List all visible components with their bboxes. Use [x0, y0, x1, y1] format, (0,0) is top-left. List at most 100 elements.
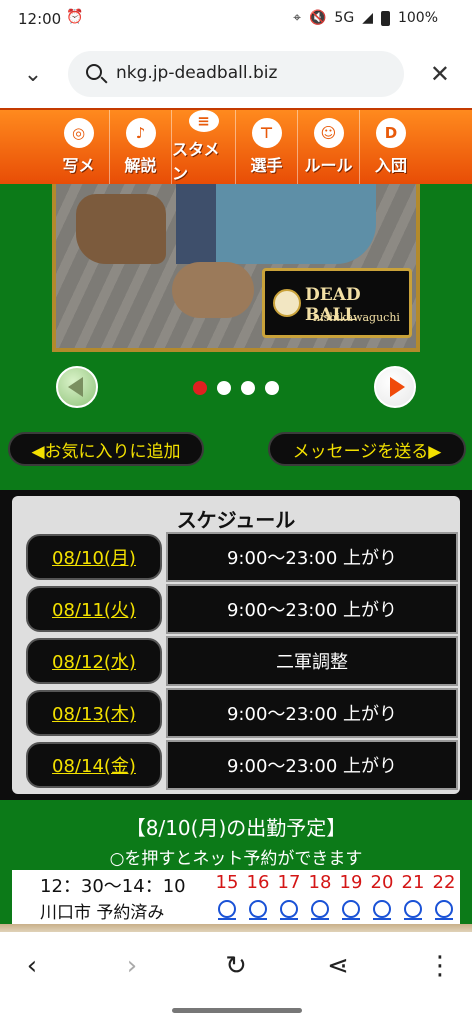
battery-percent: 100%: [397, 10, 438, 26]
reserve-slot-icon[interactable]: [249, 900, 267, 920]
hour-label: 18: [308, 872, 332, 893]
schedule-section: スケジュール 08/10(月) 9:00〜23:00 上がり 08/11(火) …: [0, 490, 472, 800]
clipboard-icon: ≡: [188, 110, 219, 132]
forward-icon[interactable]: ›: [112, 946, 152, 986]
nav-item-players[interactable]: ⊤ 選手: [236, 110, 298, 184]
photo-leg: [176, 184, 216, 264]
schedule-title: スケジュール: [176, 508, 296, 532]
browser-bottom-bar: ‹ › ↻ ⋖ ⋮: [0, 932, 472, 1024]
nav-item-commentary[interactable]: ♪ 解説: [110, 110, 172, 184]
shift-time: 12：30〜14：10: [40, 876, 186, 897]
nav-item-photos[interactable]: ◎ 写メ: [48, 110, 110, 184]
banner-section: DEAD BALL nishikawaguchi ◀お気に入りに追加 メッセージ…: [0, 184, 472, 490]
schedule-panel: スケジュール 08/10(月) 9:00〜23:00 上がり 08/11(火) …: [12, 496, 460, 794]
site-nav: ◎ 写メ ♪ 解説 ≡ スタメン ⊤ 選手 ☺ ルール D 入団: [0, 108, 472, 184]
mute-icon: 🔇: [308, 10, 327, 26]
banner-photo[interactable]: DEAD BALL nishikawaguchi: [52, 184, 420, 352]
attendance-note: ○を押すとネット予約ができます: [109, 849, 363, 869]
reserve-slot-icon[interactable]: [373, 900, 391, 920]
baseball-icon: [273, 289, 301, 317]
schedule-value: 二軍調整: [166, 636, 458, 686]
hour-label: 17: [277, 872, 301, 893]
uniform-icon: ⊤: [251, 118, 282, 148]
slide-indicator: [193, 381, 279, 395]
photo-boot: [172, 262, 254, 318]
nav-item-rules[interactable]: ☺ ルール: [298, 110, 360, 184]
alarm-icon: ⏰: [66, 9, 84, 25]
schedule-date-link[interactable]: 08/12(水): [26, 638, 162, 684]
schedule-row: 08/10(月) 9:00〜23:00 上がり: [24, 532, 458, 582]
reserve-slot-icon[interactable]: [404, 900, 422, 920]
hour-label: 16: [246, 872, 270, 893]
chevron-down-icon[interactable]: ⌄: [18, 60, 48, 90]
arrow-left-icon: [68, 377, 83, 397]
shift-location: 川口市 予約済み: [40, 903, 165, 923]
schedule-date-link[interactable]: 08/14(金): [26, 742, 162, 788]
nav-item-join[interactable]: D 入団: [360, 110, 422, 184]
slide-dot[interactable]: [193, 381, 207, 395]
back-icon[interactable]: ‹: [12, 946, 52, 986]
schedule-value: 9:00〜23:00 上がり: [166, 740, 458, 790]
schedule-row: 08/14(金) 9:00〜23:00 上がり: [24, 740, 458, 790]
url-text[interactable]: nkg.jp-deadball.biz: [116, 63, 277, 83]
cap-icon: D: [376, 118, 406, 148]
nav-label: スタメン: [172, 140, 220, 183]
reserve-slot-icon[interactable]: [218, 900, 236, 920]
status-time: 12:00: [18, 10, 62, 28]
reserve-slot-icon[interactable]: [435, 900, 453, 920]
nav-label: 解説: [124, 156, 157, 175]
deadball-logo: DEAD BALL nishikawaguchi: [262, 268, 412, 338]
hour-label: 22: [432, 872, 456, 893]
nav-label: ルール: [304, 156, 353, 175]
logo-subtitle: nishikawaguchi: [313, 311, 400, 324]
slide-dot[interactable]: [241, 381, 255, 395]
send-message-button[interactable]: メッセージを送る▶: [268, 432, 466, 466]
schedule-value: 9:00〜23:00 上がり: [166, 532, 458, 582]
attendance-title: 【8/10(月)の出勤予定】: [125, 816, 347, 840]
schedule-row: 08/11(火) 9:00〜23:00 上がり: [24, 584, 458, 634]
footer-divider: [0, 924, 472, 932]
microphone-icon: ♪: [125, 118, 156, 148]
schedule-date-link[interactable]: 08/10(月): [26, 534, 162, 580]
attendance-table: 12：30〜14：10 川口市 予約済み 15 16 17 18 19 20 2…: [12, 870, 460, 924]
attendance-section: 【8/10(月)の出勤予定】 ○を押すとネット予約ができます 12：30〜14：…: [0, 800, 472, 924]
nav-item-lineup[interactable]: ≡ スタメン: [172, 110, 236, 184]
reserve-slot-icon[interactable]: [342, 900, 360, 920]
nav-label: 写メ: [62, 156, 95, 175]
more-menu-icon[interactable]: ⋮: [420, 946, 460, 986]
schedule-date-link[interactable]: 08/13(木): [26, 690, 162, 736]
status-bar: 12:00 ⏰ ⌖ 🔇 5G ◢ 100%: [0, 0, 472, 40]
browser-url-bar: ⌄ nkg.jp-deadball.biz ✕: [0, 40, 472, 108]
url-field[interactable]: nkg.jp-deadball.biz: [68, 51, 404, 97]
camera-ball-icon: ◎: [63, 118, 94, 148]
hour-label: 15: [215, 872, 239, 893]
hour-label: 19: [339, 872, 363, 893]
schedule-row: 08/13(木) 9:00〜23:00 上がり: [24, 688, 458, 738]
schedule-value: 9:00〜23:00 上がり: [166, 688, 458, 738]
share-icon[interactable]: ⋖: [318, 946, 358, 986]
hour-label: 21: [401, 872, 425, 893]
reserve-slot-icon[interactable]: [280, 900, 298, 920]
umpire-icon: ☺: [313, 118, 344, 148]
home-indicator[interactable]: [172, 1008, 302, 1013]
slide-dot[interactable]: [217, 381, 231, 395]
battery-icon: [380, 10, 390, 26]
nav-label: 入団: [374, 156, 407, 175]
schedule-row: 08/12(水) 二軍調整: [24, 636, 458, 686]
search-icon: [86, 64, 102, 80]
slide-next-button[interactable]: [374, 366, 416, 408]
schedule-value: 9:00〜23:00 上がり: [166, 584, 458, 634]
network-label: 5G: [334, 10, 355, 26]
schedule-date-link[interactable]: 08/11(火): [26, 586, 162, 632]
slide-dot[interactable]: [265, 381, 279, 395]
nav-label: 選手: [250, 156, 283, 175]
reserve-slot-icon[interactable]: [311, 900, 329, 920]
photo-boot: [76, 194, 166, 264]
arrow-right-icon: [389, 377, 405, 397]
add-favorite-button[interactable]: ◀お気に入りに追加: [8, 432, 204, 466]
reload-icon[interactable]: ↻: [216, 946, 256, 986]
status-right: ⌖ 🔇 5G ◢ 100%: [293, 10, 438, 26]
close-icon[interactable]: ✕: [430, 59, 450, 89]
slide-prev-button[interactable]: [56, 366, 98, 408]
signal-icon: ◢: [362, 10, 373, 26]
